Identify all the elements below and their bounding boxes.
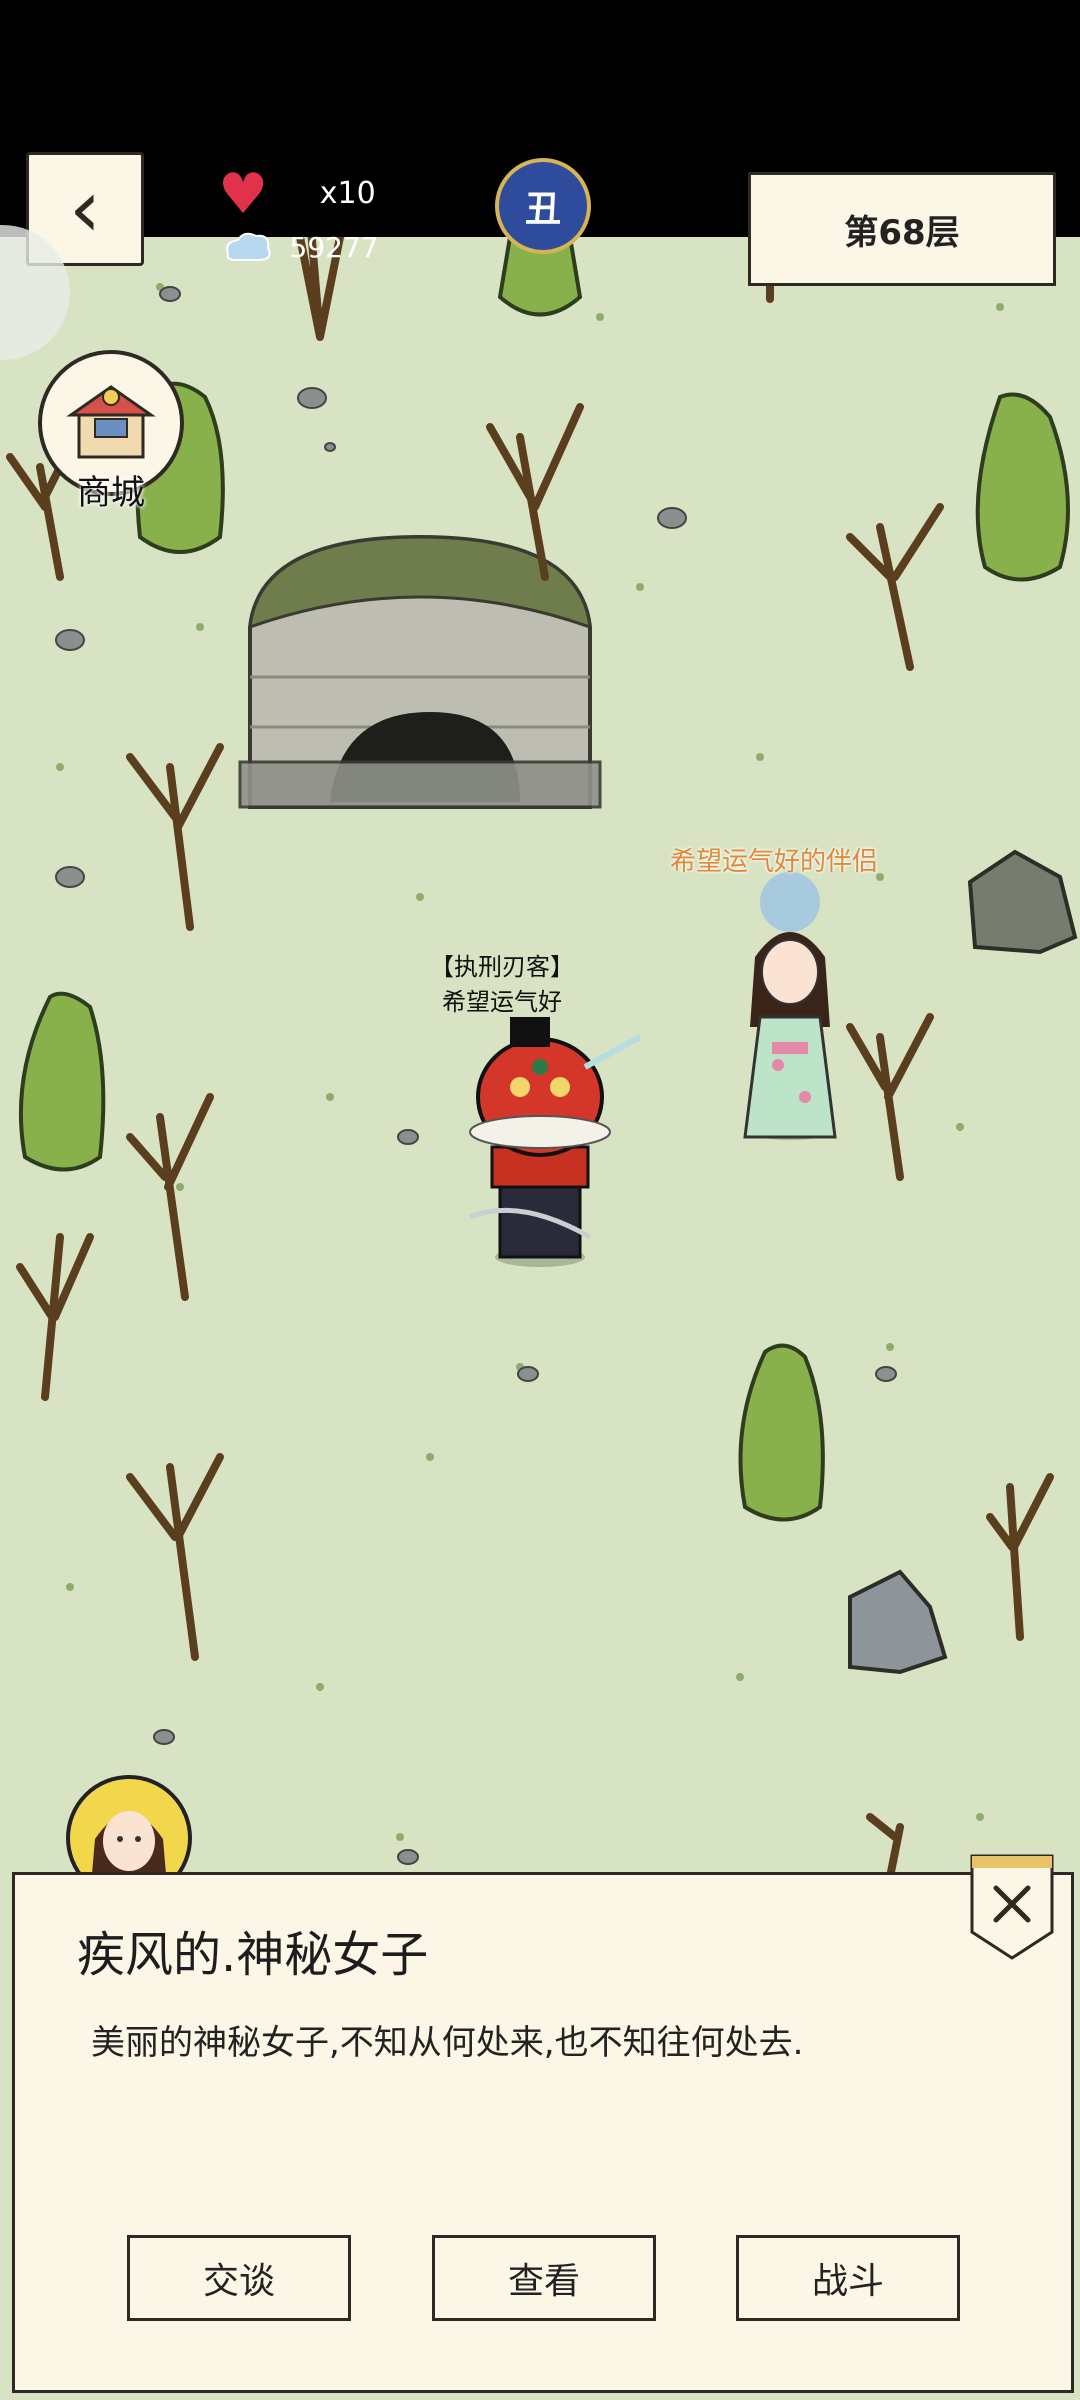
heart-icon: ♥: [218, 162, 269, 227]
moon-time-icon[interactable]: 丑: [495, 158, 591, 254]
npc-description: 美丽的神秘女子,不知从何处来,也不知往何处去.: [91, 2023, 804, 2063]
player-title: 【执刑刃客】: [430, 953, 574, 981]
back-icon: ‹: [69, 162, 101, 255]
player-nametag: 【执刑刃客】 希望运气好: [430, 947, 574, 1017]
fight-button[interactable]: 战斗: [736, 2235, 960, 2321]
player-character: [469, 1017, 642, 1267]
currency-counter: 59277: [222, 228, 379, 268]
lives-count: x10: [319, 176, 376, 211]
floor-label: 第68层: [844, 212, 960, 253]
companion-label: 希望运气好的伴侣: [670, 847, 879, 877]
close-icon: [970, 1854, 1054, 1960]
close-button[interactable]: [968, 1852, 1056, 1962]
shop-label: 商城: [77, 473, 145, 513]
boulders: [848, 849, 1078, 1675]
player-name: 希望运气好: [442, 988, 562, 1016]
currency-value: 59277: [289, 230, 379, 264]
shop-button[interactable]: 商城: [36, 350, 186, 513]
npc-dialog: 疾风的.神秘女子 美丽的神秘女子,不知从何处来,也不知往何处去. 交谈 查看 战…: [12, 1872, 1074, 2393]
npc-name: 疾风的.神秘女子: [77, 1927, 429, 1983]
time-glyph: 丑: [524, 189, 561, 230]
talk-button[interactable]: 交谈: [127, 2235, 351, 2321]
floor-indicator: 第68层: [748, 172, 1056, 286]
view-button[interactable]: 查看: [432, 2235, 656, 2321]
cloud-currency-icon: [222, 228, 274, 268]
lives-counter: ♥ x10: [218, 162, 376, 227]
companion-character: [743, 872, 837, 1140]
